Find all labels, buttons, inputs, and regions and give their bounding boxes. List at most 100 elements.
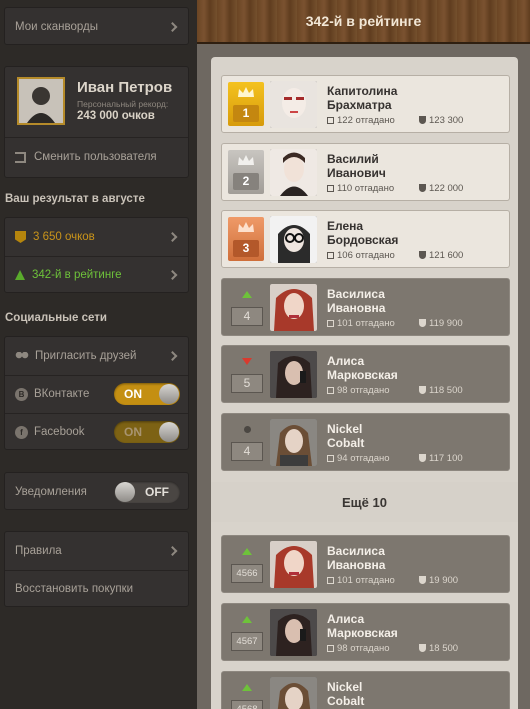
crown-icon — [238, 222, 254, 232]
rating-label: 342-й в рейтинге — [32, 269, 122, 281]
solved-text: 106 отгадано — [337, 250, 395, 261]
crown-icon — [238, 155, 254, 165]
player-name: Nickel Cobalt — [327, 680, 507, 708]
switch-user-icon — [15, 151, 26, 163]
player-photo-icon — [270, 677, 317, 709]
leaderboard-row[interactable]: 5 Алиса Марковская 98 отгадано 118 500 — [221, 345, 510, 403]
check-icon — [327, 645, 334, 652]
rank-number: 2 — [233, 173, 259, 190]
month-results-panel: 3 650 очков 342-й в рейтинге — [4, 217, 189, 293]
leaderboard-row[interactable]: 4566 Василиса Ивановна 101 отгадано 19 9… — [221, 535, 510, 593]
my-crosswords-label: Мои сканворды — [15, 21, 98, 33]
solved-text: 122 отгадано — [337, 115, 395, 126]
player-photo-icon — [270, 609, 317, 656]
leaderboard-row[interactable]: 4 Василиса Ивановна 101 отгадано 119 900 — [221, 278, 510, 336]
leaderboard-row[interactable]: 1 Капитолина Брахматра 122 отгадано 123 … — [221, 75, 510, 133]
first-name: Капитолина — [327, 84, 398, 98]
score: 19 900 — [419, 575, 458, 586]
restore-purchases-item[interactable]: Восстановить покупки — [5, 570, 188, 608]
solved-count: 106 отгадано — [327, 250, 395, 261]
solved-count: 98 отгадано — [327, 385, 390, 396]
facebook-icon: f — [15, 425, 28, 439]
notifications-item: Уведомления OFF — [5, 473, 188, 511]
avatar — [270, 149, 317, 196]
solved-text: 94 отгадано — [337, 453, 390, 464]
show-more-button[interactable]: Ещё 10 — [211, 482, 518, 522]
player-name: Василий Иванович — [327, 152, 507, 180]
invite-friends-label: Пригласить друзей — [35, 350, 137, 362]
toggle-knob — [159, 422, 179, 442]
rating-item[interactable]: 342-й в рейтинге — [5, 256, 188, 294]
player-photo-icon — [270, 149, 317, 196]
arrow-up-icon — [242, 548, 252, 555]
first-name: Елена — [327, 219, 364, 233]
toggle-knob — [115, 482, 135, 502]
player-name: Василиса Ивановна — [327, 287, 507, 315]
arrow-up-icon — [242, 616, 252, 623]
avatar — [270, 216, 317, 263]
last-name: Марковская — [327, 626, 398, 640]
score: 119 900 — [419, 318, 463, 329]
check-icon — [327, 117, 334, 124]
avatar — [270, 351, 317, 398]
shield-icon — [419, 454, 426, 462]
rank-badge: 1 — [228, 82, 264, 126]
points-item[interactable]: 3 650 очков — [5, 218, 188, 256]
invite-friends-item[interactable]: Пригласить друзей — [5, 337, 188, 375]
leaderboard-row[interactable]: 4 Nickel Cobalt 94 отгадано 117 100 — [221, 413, 510, 471]
vkontakte-label: ВКонтакте — [34, 388, 90, 400]
rank-badge: 4 — [228, 285, 264, 329]
first-name: Алиса — [327, 612, 365, 626]
rank-badge: 4568 — [228, 678, 264, 709]
score: 121 600 — [419, 250, 463, 261]
player-photo-icon — [270, 351, 317, 398]
toggle-knob — [159, 384, 179, 404]
record-label: Персональный рекорд: — [77, 99, 169, 109]
chevron-right-icon — [167, 546, 178, 556]
facebook-label: Facebook — [34, 426, 85, 438]
check-icon — [327, 387, 334, 394]
notifications-panel: Уведомления OFF — [4, 472, 189, 510]
avatar — [270, 81, 317, 128]
player-name: Nickel Cobalt — [327, 422, 507, 450]
rules-label: Правила — [15, 545, 62, 557]
leaderboard-row[interactable]: 4568 Nickel Cobalt — [221, 671, 510, 709]
last-name: Марковская — [327, 368, 398, 382]
last-name: Бордовская — [327, 233, 399, 247]
info-panel: Правила Восстановить покупки — [4, 531, 189, 607]
arrow-up-icon — [242, 684, 252, 691]
page-title: 342-й в рейтинге — [305, 13, 422, 29]
vk-icon: B — [15, 387, 28, 401]
avatar — [270, 541, 317, 588]
vkontakte-toggle-state: ON — [124, 387, 142, 401]
solved-count: 101 отгадано — [327, 318, 395, 329]
rank-badge: 4 — [228, 420, 264, 464]
notifications-toggle-state: OFF — [145, 485, 169, 499]
score-text: 121 600 — [429, 250, 464, 261]
leaderboard-row[interactable]: 2 Василий Иванович 110 отгадано 122 000 — [221, 143, 510, 201]
solved-text: 98 отгадано — [337, 643, 390, 654]
leaderboard-row[interactable]: 3 Елена Бордовская 106 отгадано 121 600 — [221, 210, 510, 268]
last-name: Cobalt — [327, 436, 365, 450]
rank-number: 4566 — [231, 564, 263, 583]
switch-user-item[interactable]: Сменить пользователя — [5, 138, 188, 176]
rank-number: 4 — [231, 307, 263, 326]
solved-count: 122 отгадано — [327, 115, 395, 126]
rank-badge: 4566 — [228, 542, 264, 586]
facebook-toggle[interactable]: ON — [114, 421, 180, 443]
notifications-toggle[interactable]: OFF — [114, 481, 180, 503]
leaderboard-row[interactable]: 4567 Алиса Марковская 98 отгадано 18 500 — [221, 603, 510, 661]
player-photo-icon — [270, 216, 317, 263]
check-icon — [327, 455, 334, 462]
profile-avatar[interactable] — [17, 77, 65, 125]
rules-item[interactable]: Правила — [5, 532, 188, 570]
first-name: Алиса — [327, 354, 365, 368]
check-icon — [327, 320, 334, 327]
solved-count: 94 отгадано — [327, 453, 390, 464]
arrow-up-icon — [15, 270, 25, 280]
vkontakte-toggle[interactable]: ON — [114, 383, 180, 405]
solved-text: 101 отгадано — [337, 575, 395, 586]
score-text: 119 900 — [429, 318, 463, 329]
my-crosswords-item[interactable]: Мои сканворды — [5, 8, 188, 46]
first-name: Василий — [327, 152, 379, 166]
